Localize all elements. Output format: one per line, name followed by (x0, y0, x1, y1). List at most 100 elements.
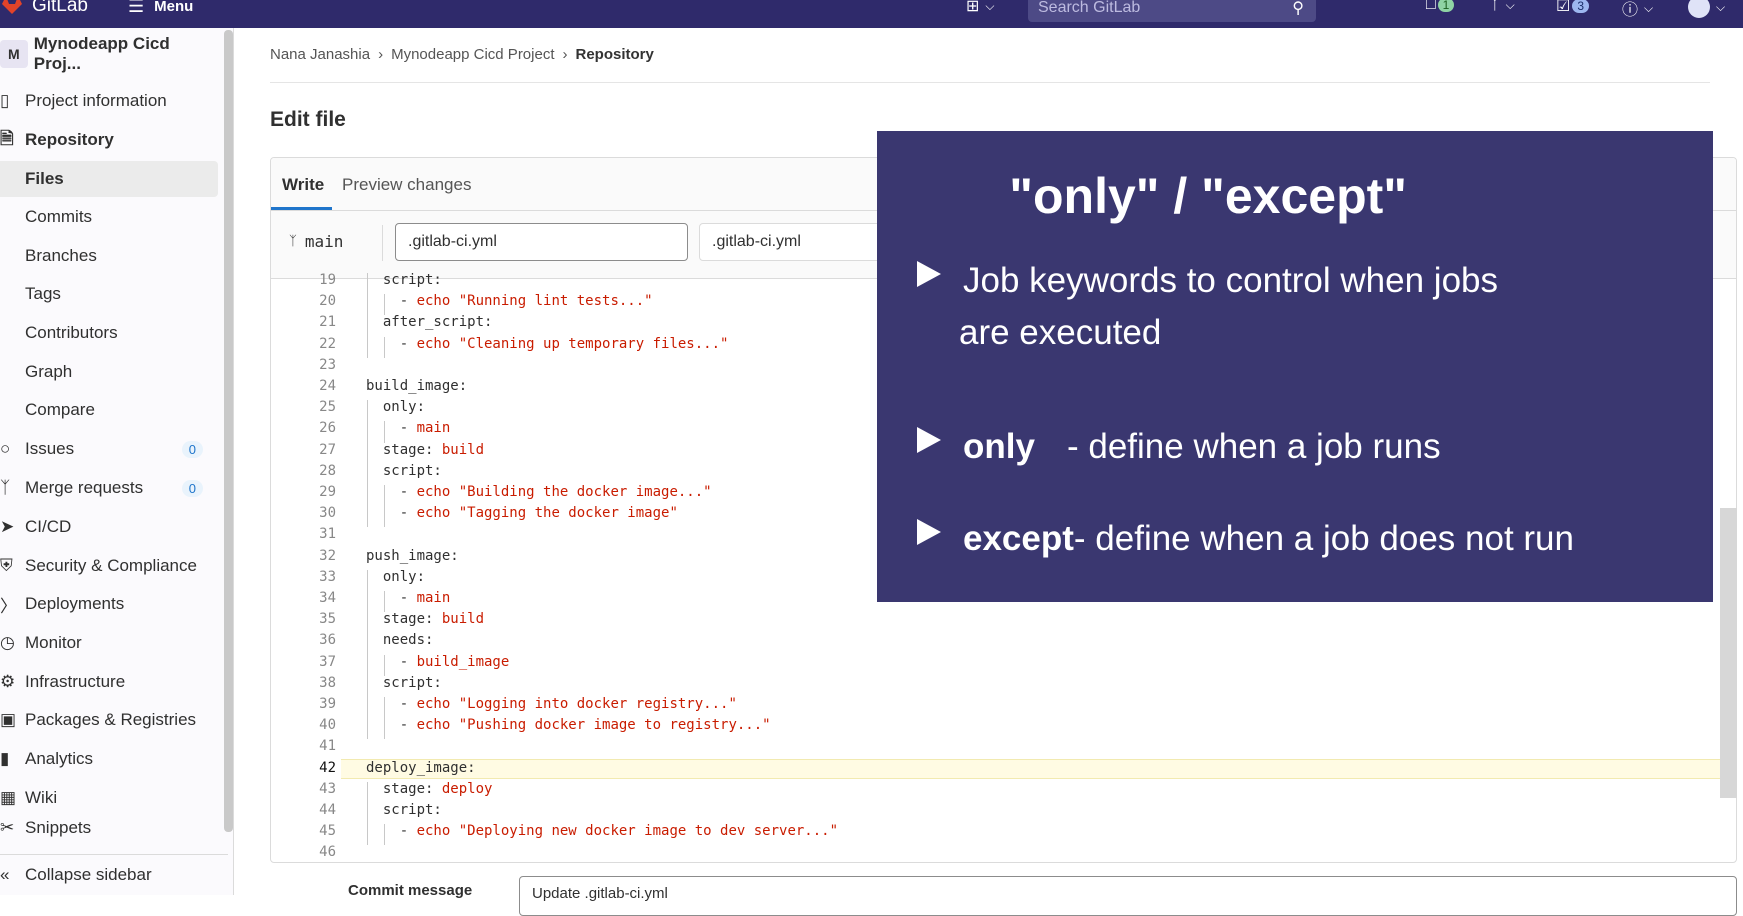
code-line[interactable]: - echo "Pushing docker image to registry… (366, 717, 771, 733)
code-line[interactable]: - build_image (366, 654, 510, 670)
code-line[interactable]: build_image: (366, 378, 467, 394)
sidebar-item-repository[interactable]: 🗎 Repository (0, 122, 220, 158)
indent-guide (367, 315, 368, 337)
sidebar-item-merge-requests[interactable]: ᛉ Merge requests 0 (0, 470, 220, 506)
sidebar-item-graph[interactable]: Graph (0, 354, 220, 390)
indent-guide (367, 485, 368, 507)
sidebar-item-issues[interactable]: ○ Issues 0 (0, 431, 220, 467)
sidebar-item-infrastructure[interactable]: ⚙ Infrastructure (0, 664, 220, 700)
code-line[interactable]: stage: deploy (366, 781, 493, 797)
code-line[interactable]: script: (366, 272, 442, 288)
code-line[interactable]: - echo "Deploying new docker image to de… (366, 823, 838, 839)
avatar (1688, 0, 1710, 18)
sidebar-item-snippets[interactable]: ✂ Snippets (0, 818, 220, 844)
slide-bullet-1: Job keywords to control when jobs are ex… (917, 255, 1498, 359)
issues-button[interactable]: □ 1 (1426, 0, 1455, 14)
code-line[interactable]: - main (366, 590, 451, 606)
code-line[interactable]: - echo "Cleaning up temporary files..." (366, 336, 729, 352)
chevron-down-icon: ⌵ (1716, 0, 1726, 14)
indent-guide (367, 612, 368, 634)
code-line[interactable]: script: (366, 463, 442, 479)
line-number: 34 (319, 590, 336, 606)
editor-scrollbar[interactable] (1720, 508, 1737, 798)
code-line[interactable]: - echo "Logging into docker registry..." (366, 696, 737, 712)
menu-button[interactable]: ☰ Menu (128, 0, 193, 17)
deployments-icon: 〉 (0, 596, 17, 616)
indent-guide (383, 697, 385, 719)
project-avatar: M (0, 40, 28, 68)
commit-message-input[interactable]: Update .gitlab-ci.yml (519, 876, 1737, 916)
gitlab-logo[interactable]: GitLab (0, 0, 88, 18)
code-line[interactable]: only: (366, 399, 425, 415)
sidebar-item-monitor[interactable]: ◷ Monitor (0, 625, 220, 661)
triangle-bullet-icon (917, 427, 941, 453)
issues-icon: ○ (0, 439, 11, 458)
double-chevron-left-icon: « (0, 865, 10, 884)
indent-guide (367, 803, 368, 825)
code-line[interactable]: needs: (366, 632, 434, 648)
sidebar-scrollbar[interactable] (224, 30, 233, 832)
sidebar-item-project-information[interactable]: ▯ Project information (0, 83, 220, 119)
sidebar-item-ci-cd[interactable]: ➤ CI/CD (0, 509, 220, 545)
search-input[interactable]: Search GitLab ⚲ (1028, 0, 1316, 22)
sidebar-item-packages[interactable]: ▣ Packages & Registries (0, 702, 220, 738)
code-line[interactable]: - echo "Tagging the docker image" (366, 505, 678, 521)
indent-guide (367, 506, 368, 528)
line-number: 44 (319, 802, 336, 818)
sidebar-item-compare[interactable]: Compare (0, 392, 220, 428)
project-icon: ▯ (0, 91, 10, 110)
code-line[interactable]: deploy_image: (366, 760, 476, 776)
new-dropdown-button[interactable]: ⊞ ⌵ (966, 0, 995, 16)
search-icon: ⚲ (1292, 0, 1304, 17)
code-line[interactable]: - echo "Running lint tests..." (366, 293, 653, 309)
breadcrumb-current[interactable]: Repository (576, 46, 654, 63)
indent-guide (367, 675, 368, 697)
scissors-icon: ✂ (0, 818, 15, 837)
code-line[interactable]: only: (366, 569, 425, 585)
file-path-input[interactable]: .gitlab-ci.yml (395, 223, 688, 261)
code-line[interactable]: script: (366, 802, 442, 818)
rocket-icon: ➤ (0, 517, 15, 536)
line-number: 37 (319, 653, 336, 670)
todos-button[interactable]: ☑ 3 (1556, 0, 1590, 16)
breadcrumb-user[interactable]: Nana Janashia (270, 46, 370, 63)
code-line[interactable]: stage: build (366, 442, 484, 458)
sidebar: M Mynodeapp Cicd Proj... ▯ Project inform… (0, 28, 234, 895)
chart-icon: ▮ (0, 749, 10, 768)
indent-guide (367, 591, 368, 613)
merge-requests-button[interactable]: ᛉ ⌵ (1490, 0, 1515, 14)
plus-square-icon: ⊞ (966, 0, 980, 15)
code-line[interactable]: after_script: (366, 314, 493, 330)
indent-guide (367, 824, 368, 846)
project-header[interactable]: M Mynodeapp Cicd Proj... (0, 34, 220, 73)
sidebar-item-analytics[interactable]: ▮ Analytics (0, 741, 220, 777)
line-number: 27 (319, 441, 336, 458)
sidebar-item-wiki[interactable]: ▦ Wiki (0, 780, 220, 816)
code-line[interactable]: push_image: (366, 548, 459, 564)
indent-guide (367, 336, 368, 358)
indent-guide (367, 463, 368, 485)
sidebar-item-branches[interactable]: Branches (0, 238, 220, 274)
breadcrumb-project[interactable]: Mynodeapp Cicd Project (391, 46, 554, 63)
sidebar-item-contributors[interactable]: Contributors (0, 315, 220, 351)
line-number: 40 (319, 717, 336, 734)
tab-preview-changes[interactable]: Preview changes (342, 175, 471, 195)
brand-text: GitLab (32, 0, 88, 16)
code-line[interactable]: stage: build (366, 611, 484, 627)
sidebar-item-files[interactable]: Files (0, 161, 218, 197)
sidebar-item-security[interactable]: ⛨ Security & Compliance (0, 548, 220, 584)
code-line[interactable]: - echo "Building the docker image..." (366, 484, 712, 500)
help-button[interactable]: ⓘ ⌵ (1622, 0, 1653, 20)
collapse-sidebar-button[interactable]: «Collapse sidebar (0, 854, 228, 895)
indent-guide (367, 294, 368, 316)
user-menu-button[interactable]: ⌵ (1688, 0, 1725, 18)
code-line[interactable]: - main (366, 420, 451, 436)
code-line[interactable]: script: (366, 675, 442, 691)
sidebar-item-deployments[interactable]: 〉 Deployments (0, 586, 220, 622)
tab-write[interactable]: Write (282, 175, 324, 195)
indent-guide (367, 718, 368, 740)
indent-guide (383, 421, 385, 443)
line-number: 23 (319, 356, 336, 373)
sidebar-item-tags[interactable]: Tags (0, 276, 220, 312)
sidebar-item-commits[interactable]: Commits (0, 199, 220, 235)
